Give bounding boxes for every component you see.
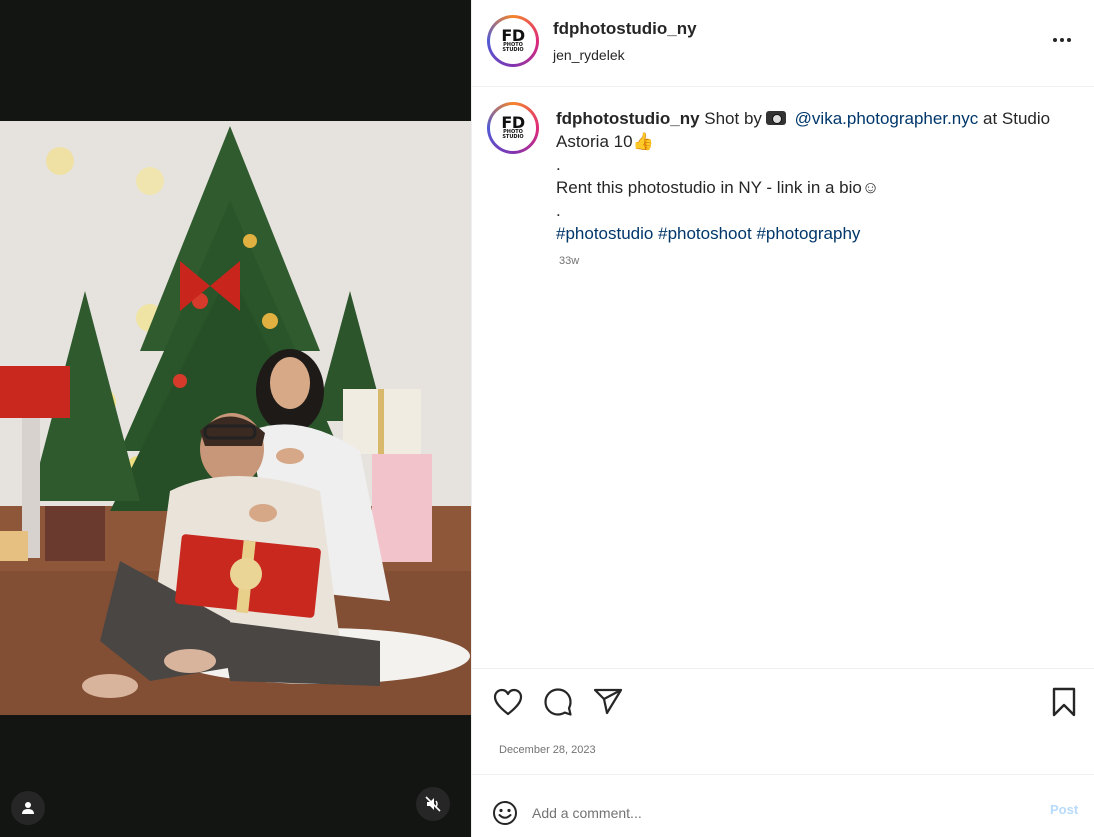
post-media-panel: [0, 0, 471, 837]
save-button[interactable]: [1047, 685, 1081, 719]
thumbs-up-emoji: 👍: [632, 132, 654, 151]
caption-at: at: [982, 109, 998, 128]
avatar-logo: FD PHOTO STUDIO: [490, 18, 536, 64]
more-options-dot: [1067, 38, 1071, 42]
emoji-icon: [493, 801, 517, 825]
bookmark-icon: [1052, 687, 1076, 717]
share-button[interactable]: [591, 685, 625, 719]
user-icon: [22, 802, 34, 814]
more-options-icon: [1053, 38, 1057, 42]
caption-area: FD PHOTO STUDIO fdphotostudio_ny Shot by…: [472, 88, 1094, 668]
mention-link[interactable]: @vika.photographer.nyc: [795, 109, 979, 128]
mute-toggle-button[interactable]: [416, 787, 450, 821]
caption-time-ago[interactable]: 33w: [559, 255, 579, 267]
photo-illustration: [0, 121, 471, 715]
more-options-button[interactable]: [1047, 28, 1077, 52]
emoji-picker-button[interactable]: [492, 800, 518, 826]
hashtag-link[interactable]: #photostudio: [556, 224, 653, 243]
avatar-logo-subtext: PHOTO STUDIO: [502, 129, 524, 140]
caption-shot-by: Shot by: [704, 109, 762, 128]
more-options-dot: [1060, 38, 1064, 42]
comment-icon: [544, 688, 572, 716]
post-date[interactable]: December 28, 2023: [499, 744, 596, 756]
post-side-panel: FD PHOTO STUDIO fdphotostudio_ny jen_ryd…: [471, 0, 1094, 837]
caption-dot: .: [556, 155, 561, 174]
collab-username[interactable]: jen_rydelek: [553, 47, 625, 63]
caption-rent-text: Rent this photostudio in NY - link in a …: [556, 178, 862, 197]
send-icon: [593, 688, 623, 715]
avatar-logo-subtext: PHOTO STUDIO: [502, 42, 524, 53]
avatar-logo: FD PHOTO STUDIO: [490, 105, 536, 151]
comment-button[interactable]: [541, 685, 575, 719]
header-username[interactable]: fdphotostudio_ny: [553, 19, 697, 39]
hashtag-link[interactable]: #photography: [756, 224, 860, 243]
speaker-muted-icon: [425, 796, 441, 812]
caption-avatar[interactable]: FD PHOTO STUDIO: [487, 102, 539, 154]
avatar-logo-text: FD: [501, 113, 525, 132]
caption-dot: .: [556, 201, 561, 220]
like-button[interactable]: [491, 685, 525, 719]
user-tags-button[interactable]: [11, 791, 45, 825]
avatar[interactable]: FD PHOTO STUDIO: [487, 15, 539, 67]
post-header: FD PHOTO STUDIO fdphotostudio_ny jen_ryd…: [472, 0, 1094, 87]
post-photo[interactable]: [0, 121, 471, 715]
heart-icon: [493, 688, 523, 716]
comment-bar: Post: [472, 776, 1094, 837]
camera-emoji-icon: [765, 111, 786, 125]
avatar-logo-text: FD: [501, 26, 525, 45]
post-comment-button[interactable]: Post: [1050, 802, 1078, 817]
caption-text: fdphotostudio_ny Shot by @vika.photograp…: [556, 107, 1056, 245]
post-actions: December 28, 2023: [472, 668, 1094, 775]
comment-input[interactable]: [532, 803, 1032, 823]
caption-username[interactable]: fdphotostudio_ny: [556, 109, 700, 128]
smile-emoji: ☺: [861, 178, 880, 197]
hashtag-link[interactable]: #photoshoot: [658, 224, 752, 243]
